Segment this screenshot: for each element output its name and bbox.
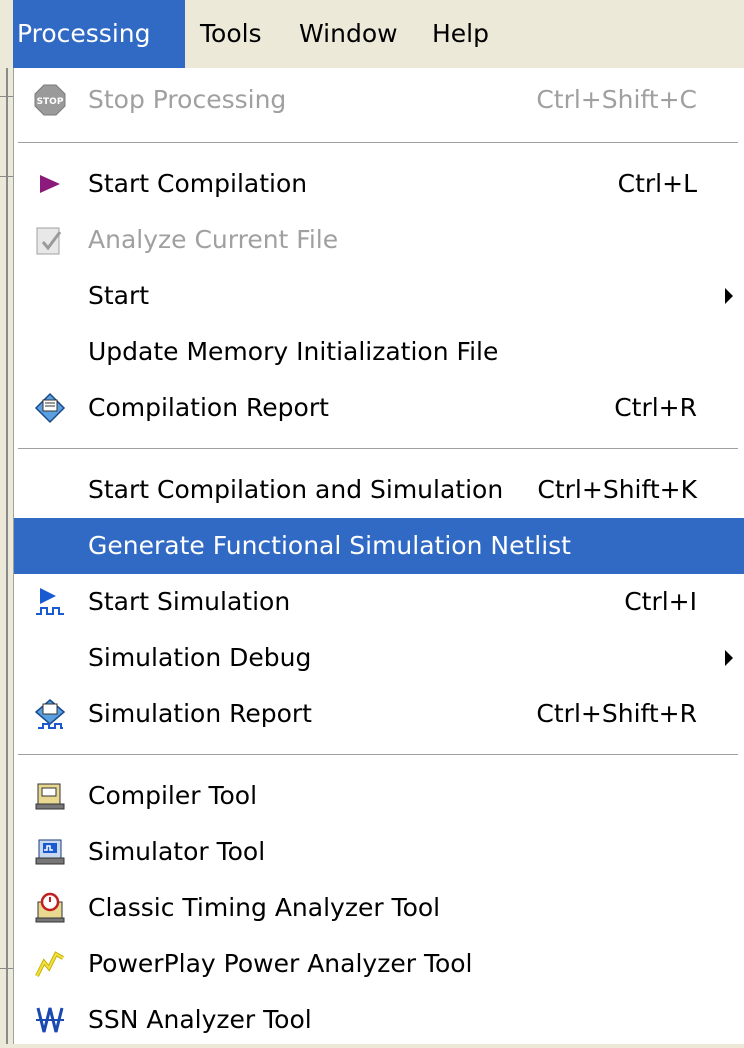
menu-item-label: Stop Processing — [88, 85, 287, 114]
menu-item-simulation-debug[interactable]: Simulation Debug — [14, 630, 744, 686]
menu-item-label: Compilation Report — [88, 393, 329, 422]
menu-item-label: Simulation Report — [88, 699, 312, 728]
menu-item-start-simulation[interactable]: Start Simulation Ctrl+I — [14, 574, 744, 630]
simulation-report-icon — [34, 698, 66, 730]
menu-separator — [18, 754, 738, 758]
menu-item-analyze-current-file[interactable]: Analyze Current File — [14, 212, 744, 268]
submenu-arrow-icon — [725, 288, 733, 304]
power-analyzer-icon — [34, 948, 66, 980]
menu-item-label: Generate Functional Simulation Netlist — [88, 531, 571, 560]
menu-item-label: Start Compilation — [88, 169, 308, 198]
menu-item-stop-processing[interactable]: STOP Stop Processing Ctrl+Shift+C — [14, 72, 744, 128]
menubar-help[interactable]: Help — [428, 0, 493, 68]
start-simulation-icon — [34, 586, 66, 618]
menu-item-start[interactable]: Start — [14, 268, 744, 324]
menu-separator — [18, 142, 738, 146]
menu-item-label: Classic Timing Analyzer Tool — [88, 893, 441, 922]
menu-item-compiler-tool[interactable]: Compiler Tool — [14, 768, 744, 824]
svg-text:STOP: STOP — [37, 97, 64, 107]
menubar-processing[interactable]: Processing — [13, 0, 185, 68]
menu-item-label: Simulation Debug — [88, 643, 312, 672]
menu-item-shortcut: Ctrl+Shift+K — [537, 475, 697, 504]
menu-item-label: Start Compilation and Simulation — [88, 475, 504, 504]
menu-item-shortcut: Ctrl+L — [617, 169, 697, 198]
processing-menu: STOP Stop Processing Ctrl+Shift+C Start … — [13, 68, 744, 1044]
submenu-arrow-icon — [725, 650, 733, 666]
menu-item-start-compilation-and-simulation[interactable]: Start Compilation and Simulation Ctrl+Sh… — [14, 462, 744, 518]
menu-item-label: Start — [88, 281, 150, 310]
menu-item-simulator-tool[interactable]: Simulator Tool — [14, 824, 744, 880]
menu-item-update-memory-init-file[interactable]: Update Memory Initialization File — [14, 324, 744, 380]
menubar-window[interactable]: Window — [295, 0, 402, 68]
simulator-tool-icon — [34, 836, 66, 868]
menu-item-label: Compiler Tool — [88, 781, 258, 810]
menu-item-label: Start Simulation — [88, 587, 291, 616]
menu-item-start-compilation[interactable]: Start Compilation Ctrl+L — [14, 156, 744, 212]
timing-analyzer-icon — [34, 892, 66, 924]
menu-item-compilation-report[interactable]: Compilation Report Ctrl+R — [14, 380, 744, 436]
menu-item-label: Update Memory Initialization File — [88, 337, 499, 366]
menu-item-powerplay-power-analyzer-tool[interactable]: PowerPlay Power Analyzer Tool — [14, 936, 744, 992]
menu-item-shortcut: Ctrl+Shift+R — [536, 699, 697, 728]
analyze-file-icon — [34, 224, 66, 256]
menu-item-label: Simulator Tool — [88, 837, 266, 866]
menu-item-label: SSN Analyzer Tool — [88, 1005, 312, 1034]
menu-item-shortcut: Ctrl+R — [614, 393, 697, 422]
window-edge — [0, 68, 13, 1044]
menu-item-shortcut: Ctrl+I — [624, 587, 697, 616]
menu-bar: Processing Tools Window Help — [0, 0, 744, 69]
menu-item-generate-functional-simulation-netlist[interactable]: Generate Functional Simulation Netlist — [14, 518, 744, 574]
menu-item-label: PowerPlay Power Analyzer Tool — [88, 949, 473, 978]
menu-separator — [18, 448, 738, 452]
ssn-analyzer-icon — [34, 1004, 66, 1036]
play-triangle-icon — [34, 168, 66, 200]
menu-item-shortcut: Ctrl+Shift+C — [536, 85, 697, 114]
menu-item-classic-timing-analyzer-tool[interactable]: Classic Timing Analyzer Tool — [14, 880, 744, 936]
menu-item-ssn-analyzer-tool[interactable]: SSN Analyzer Tool — [14, 992, 744, 1048]
compilation-report-icon — [34, 392, 66, 424]
menu-item-simulation-report[interactable]: Simulation Report Ctrl+Shift+R — [14, 686, 744, 742]
compiler-tool-icon — [34, 780, 66, 812]
menu-item-label: Analyze Current File — [88, 225, 339, 254]
menubar-tools[interactable]: Tools — [196, 0, 266, 68]
stop-icon: STOP — [34, 84, 66, 116]
